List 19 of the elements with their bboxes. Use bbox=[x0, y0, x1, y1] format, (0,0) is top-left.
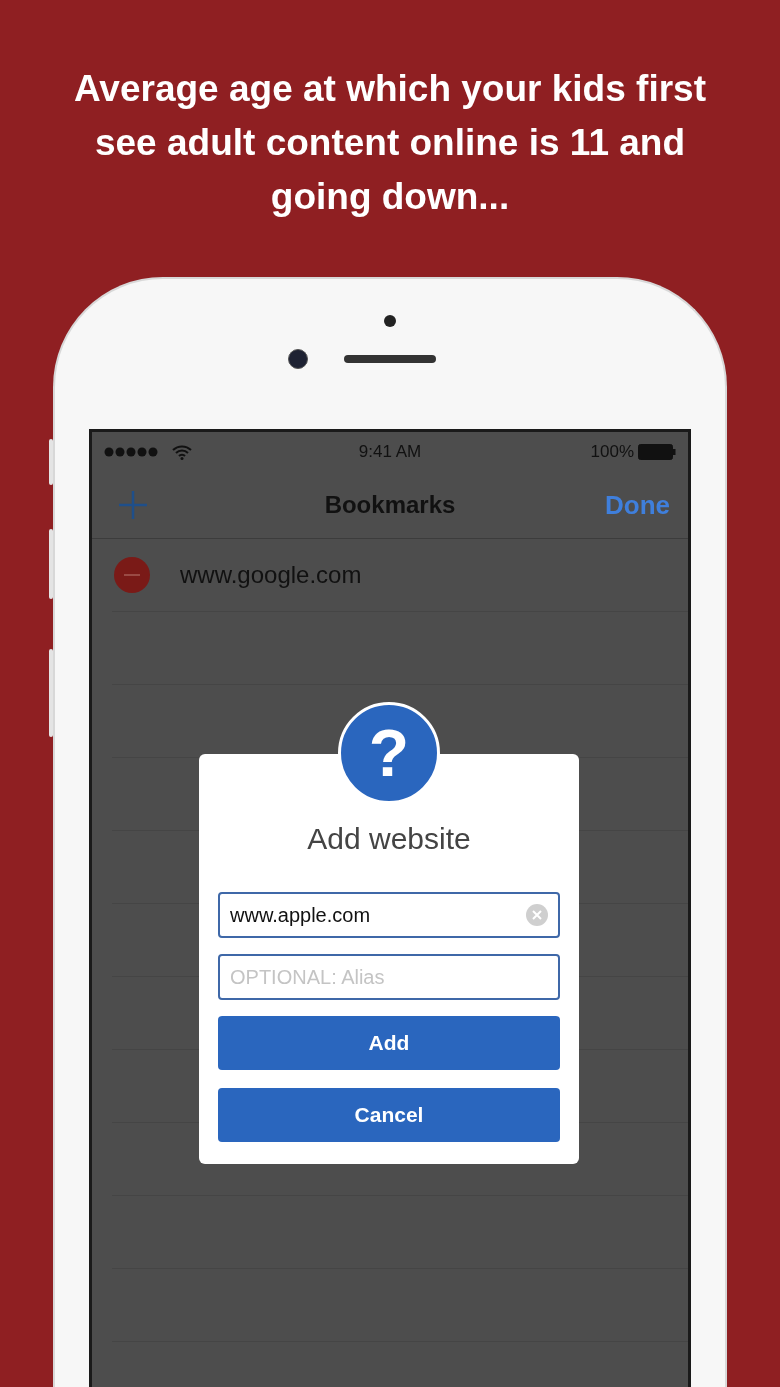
url-field[interactable]: www.apple.com bbox=[218, 892, 560, 938]
nav-title: Bookmarks bbox=[324, 491, 456, 519]
clear-icon[interactable] bbox=[526, 904, 548, 926]
headline: Average age at which your kids first see adult content online is 11 and going down... bbox=[73, 67, 707, 219]
camera-icon bbox=[288, 349, 308, 369]
question-badge: ? bbox=[338, 702, 440, 804]
status-time: 9:41 AM bbox=[358, 442, 422, 462]
dialog-title: Add website bbox=[307, 822, 471, 856]
speaker-icon bbox=[344, 355, 436, 363]
battery-percent: 100% bbox=[590, 442, 634, 462]
add-button[interactable]: Add bbox=[218, 1016, 560, 1070]
cancel-button[interactable]: Cancel bbox=[218, 1088, 560, 1142]
battery-icon bbox=[638, 444, 676, 460]
wifi-icon bbox=[172, 444, 192, 460]
signal-icon bbox=[104, 447, 160, 457]
sensor-icon bbox=[384, 315, 396, 327]
delete-icon[interactable] bbox=[114, 557, 150, 593]
plus-icon[interactable] bbox=[118, 490, 148, 520]
alias-field[interactable]: OPTIONAL: Alias bbox=[218, 954, 560, 1000]
